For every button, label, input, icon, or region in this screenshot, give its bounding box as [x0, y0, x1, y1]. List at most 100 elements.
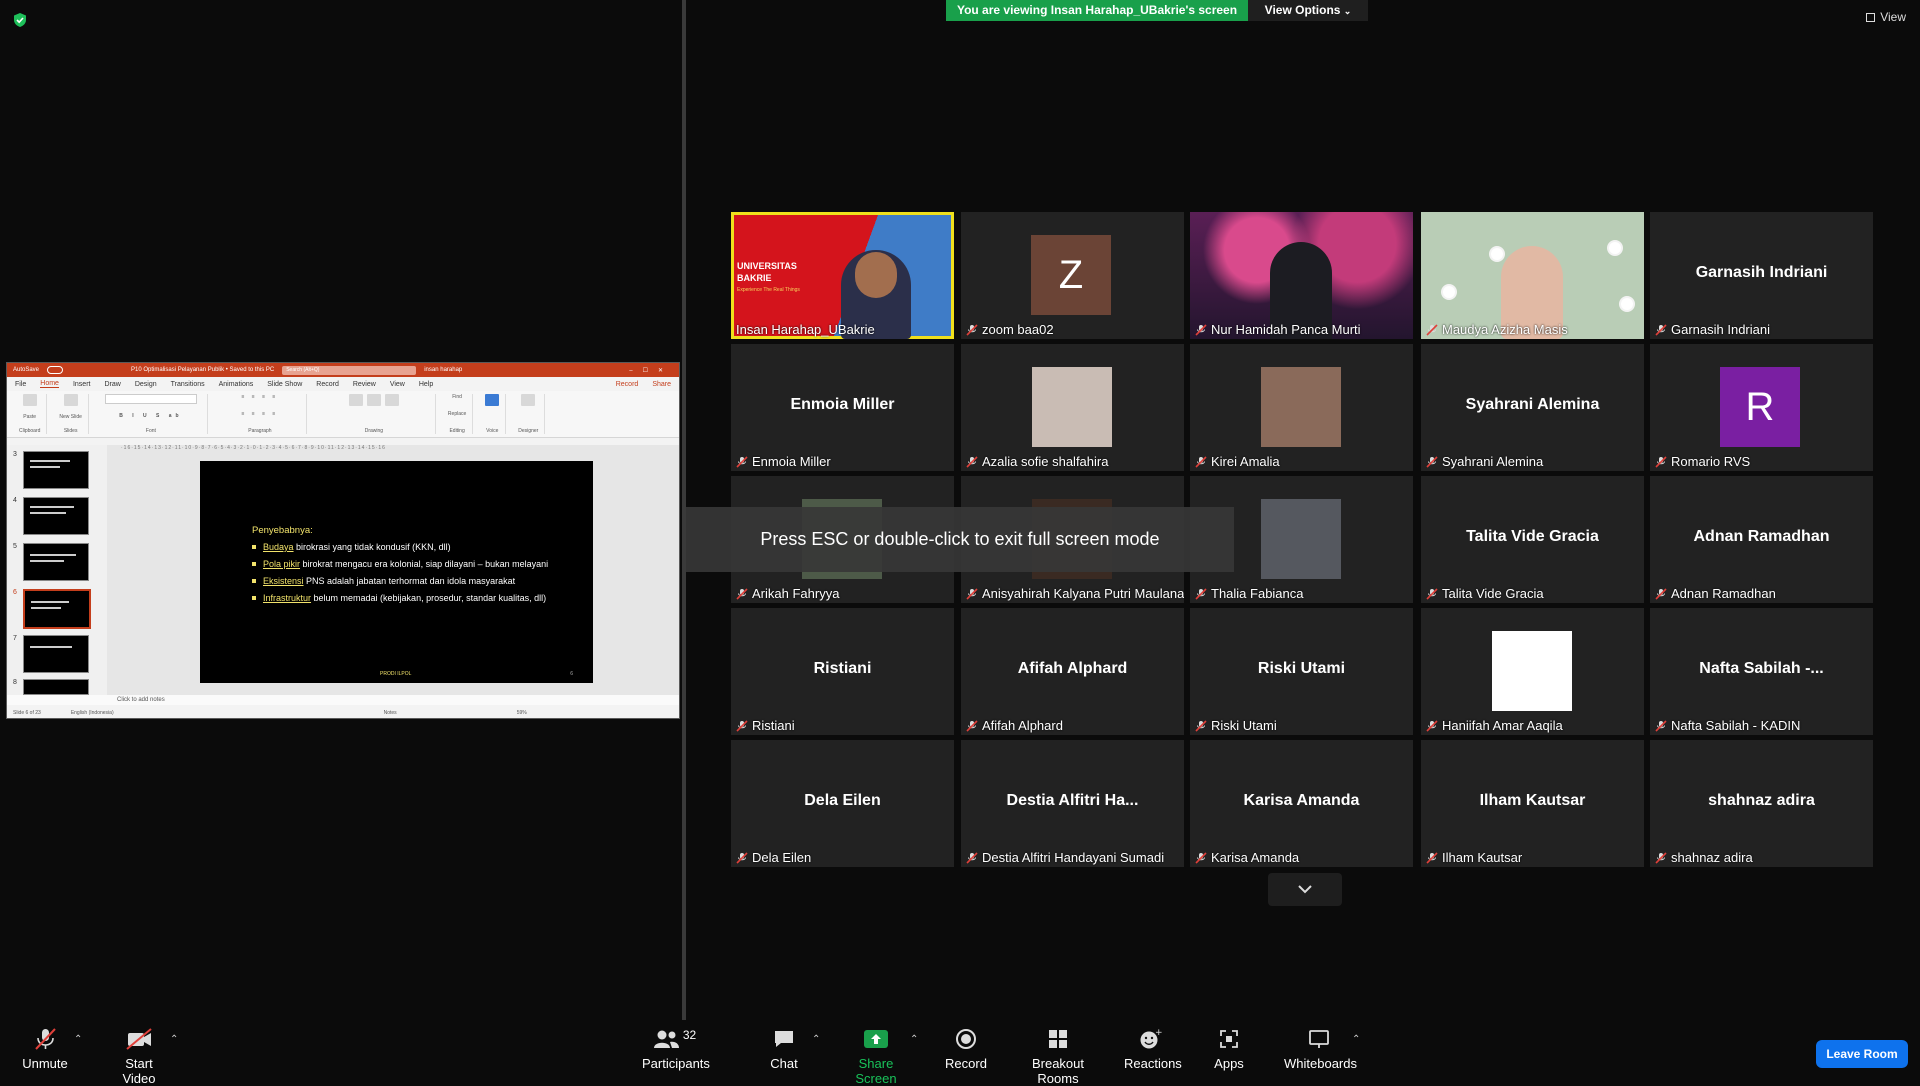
- tab-file[interactable]: File: [15, 381, 26, 388]
- participant-name-label: Nur Hamidah Panca Murti: [1195, 322, 1361, 337]
- tab-record[interactable]: Record: [316, 381, 339, 388]
- ppt-search-box[interactable]: Search (Alt+Q): [282, 365, 417, 375]
- share-options-caret[interactable]: ⌃: [910, 1034, 918, 1045]
- whiteboards-button[interactable]: Whiteboards: [1284, 1028, 1357, 1071]
- slide-thumbnail[interactable]: [23, 451, 89, 489]
- slide-thumbnail[interactable]: [23, 679, 89, 695]
- apps-button[interactable]: Apps: [1212, 1028, 1246, 1071]
- tab-design[interactable]: Design: [135, 381, 157, 388]
- participant-tile[interactable]: R Romario RVS: [1650, 344, 1873, 471]
- tab-insert[interactable]: Insert: [73, 381, 91, 388]
- slide-thumbnail[interactable]: [23, 497, 89, 535]
- record-button[interactable]: Record: [944, 1028, 988, 1071]
- autosave-toggle[interactable]: [47, 366, 64, 374]
- list-buttons[interactable]: ≡ ≡ ≡ ≡: [242, 394, 279, 400]
- participant-tile[interactable]: Adnan Ramadhan Adnan Ramadhan: [1650, 476, 1873, 603]
- participant-tile[interactable]: Nafta Sabilah -... Nafta Sabilah - KADIN: [1650, 608, 1873, 735]
- tab-draw[interactable]: Draw: [104, 381, 120, 388]
- slide-number: 6: [570, 671, 573, 677]
- participant-name-label: Karisa Amanda: [1195, 850, 1299, 865]
- new-slide-label[interactable]: New Slide: [59, 414, 82, 420]
- participant-tile[interactable]: Azalia sofie shalfahira: [961, 344, 1184, 471]
- microphone-muted-icon: [1426, 719, 1438, 732]
- participant-name: Karisa Amanda: [1211, 850, 1300, 865]
- paste-label[interactable]: Paste: [23, 414, 36, 420]
- chat-button[interactable]: Chat: [766, 1028, 802, 1071]
- participant-tile[interactable]: Kirei Amalia: [1190, 344, 1413, 471]
- participant-tile[interactable]: Karisa Amanda Karisa Amanda: [1190, 740, 1413, 867]
- participant-tile[interactable]: Ilham Kautsar Ilham Kautsar: [1421, 740, 1644, 867]
- paste-icon[interactable]: [22, 394, 37, 406]
- participant-tile[interactable]: Syahrani Alemina Syahrani Alemina: [1421, 344, 1644, 471]
- participant-tile[interactable]: Enmoia Miller Enmoia Miller: [731, 344, 954, 471]
- unmute-button[interactable]: Unmute: [22, 1028, 68, 1071]
- replace-button[interactable]: Replace: [448, 411, 466, 417]
- whiteboard-options-caret[interactable]: ⌃: [1352, 1034, 1360, 1045]
- participant-tile[interactable]: Destia Alfitri Ha... Destia Alfitri Handa…: [961, 740, 1184, 867]
- security-shield-icon[interactable]: [12, 12, 28, 28]
- find-button[interactable]: Find: [452, 394, 462, 400]
- slide-thumbnail-selected[interactable]: [23, 589, 91, 629]
- microphone-muted-icon: [1655, 455, 1667, 468]
- participant-tile[interactable]: Riski Utami Riski Utami: [1190, 608, 1413, 735]
- grid-view-icon: [1866, 12, 1876, 22]
- participant-name: Arikah Fahryya: [752, 586, 840, 601]
- audio-options-caret[interactable]: ⌃: [74, 1034, 82, 1045]
- tab-slide-show[interactable]: Slide Show: [267, 381, 302, 388]
- slide-bullet-list: Budaya birokrasi yang tidak kondusif (KK…: [252, 541, 562, 609]
- notes-pane[interactable]: Click to add notes: [7, 695, 679, 705]
- participant-tile[interactable]: Afifah Alphard Afifah Alphard: [961, 608, 1184, 735]
- gallery-next-page-button[interactable]: [1268, 873, 1342, 906]
- shapes-icon[interactable]: [348, 394, 363, 406]
- window-controls[interactable]: –☐✕: [629, 367, 673, 374]
- video-options-caret[interactable]: ⌃: [170, 1034, 178, 1045]
- participant-tile[interactable]: Dela Eilen Dela Eilen: [731, 740, 954, 867]
- breakout-rooms-button[interactable]: Breakout Rooms: [1014, 1028, 1102, 1086]
- tab-review[interactable]: Review: [353, 381, 376, 388]
- participant-tile[interactable]: Maudya Azizha Masis: [1421, 212, 1644, 339]
- status-notes-button[interactable]: Notes: [384, 710, 397, 716]
- powerpoint-window[interactable]: AutoSave P10 Optimalisasi Pelayanan Publ…: [6, 362, 680, 719]
- participant-tile[interactable]: Nur Hamidah Panca Murti: [1190, 212, 1413, 339]
- current-slide[interactable]: Penyebabnya: Budaya birokrasi yang tidak…: [200, 461, 593, 683]
- participant-name: Dela Eilen: [752, 850, 812, 865]
- participant-tile[interactable]: Haniifah Amar Aaqila: [1421, 608, 1644, 735]
- tab-transitions[interactable]: Transitions: [171, 381, 205, 388]
- slide-thumbnail[interactable]: [23, 543, 89, 581]
- arrange-icon[interactable]: [366, 394, 381, 406]
- ppt-share-button[interactable]: Share: [652, 381, 671, 388]
- autosave-label[interactable]: AutoSave: [13, 367, 39, 373]
- participants-button[interactable]: 32 Participants: [642, 1028, 710, 1071]
- participant-name: shahnaz adira: [1671, 850, 1753, 865]
- new-slide-icon[interactable]: [63, 394, 78, 406]
- tab-home[interactable]: Home: [40, 380, 59, 388]
- status-language[interactable]: English (Indonesia): [71, 710, 114, 716]
- participant-name-label: Talita Vide Gracia: [1426, 586, 1544, 601]
- participant-tile[interactable]: shahnaz adira shahnaz adira: [1650, 740, 1873, 867]
- tab-view[interactable]: View: [390, 381, 405, 388]
- slide-thumbnail[interactable]: [23, 635, 89, 673]
- participant-tile[interactable]: UNIVERSITAS BAKRIE Experience The Real Thi…: [731, 212, 954, 339]
- leave-room-button[interactable]: Leave Room: [1816, 1040, 1908, 1068]
- chat-options-caret[interactable]: ⌃: [812, 1034, 820, 1045]
- tab-animations[interactable]: Animations: [219, 381, 254, 388]
- share-screen-button[interactable]: Share Screen: [840, 1028, 912, 1086]
- status-zoom[interactable]: 59%: [517, 710, 527, 716]
- reactions-button[interactable]: + Reactions: [1124, 1028, 1182, 1071]
- ppt-record-button[interactable]: Record: [616, 381, 639, 388]
- view-button[interactable]: View: [1866, 10, 1906, 24]
- designer-icon[interactable]: [521, 394, 536, 406]
- tab-help[interactable]: Help: [419, 381, 433, 388]
- start-video-button[interactable]: Start Video: [108, 1028, 170, 1086]
- quick-styles-icon[interactable]: [384, 394, 399, 406]
- view-options-button[interactable]: View Options ⌄: [1248, 0, 1368, 21]
- font-selector[interactable]: [104, 394, 197, 404]
- ppt-user-name[interactable]: insan harahap: [424, 367, 462, 373]
- participant-tile[interactable]: Zzoom baa02: [961, 212, 1184, 339]
- participant-tile[interactable]: Talita Vide Gracia Talita Vide Gracia: [1421, 476, 1644, 603]
- participant-tile[interactable]: Ristiani Ristiani: [731, 608, 954, 735]
- align-buttons[interactable]: ≡ ≡ ≡ ≡: [242, 411, 279, 417]
- font-format-buttons[interactable]: B I U S ab: [119, 413, 182, 419]
- participant-tile[interactable]: Garnasih Indriani Garnasih Indriani: [1650, 212, 1873, 339]
- dictate-icon[interactable]: [485, 394, 500, 406]
